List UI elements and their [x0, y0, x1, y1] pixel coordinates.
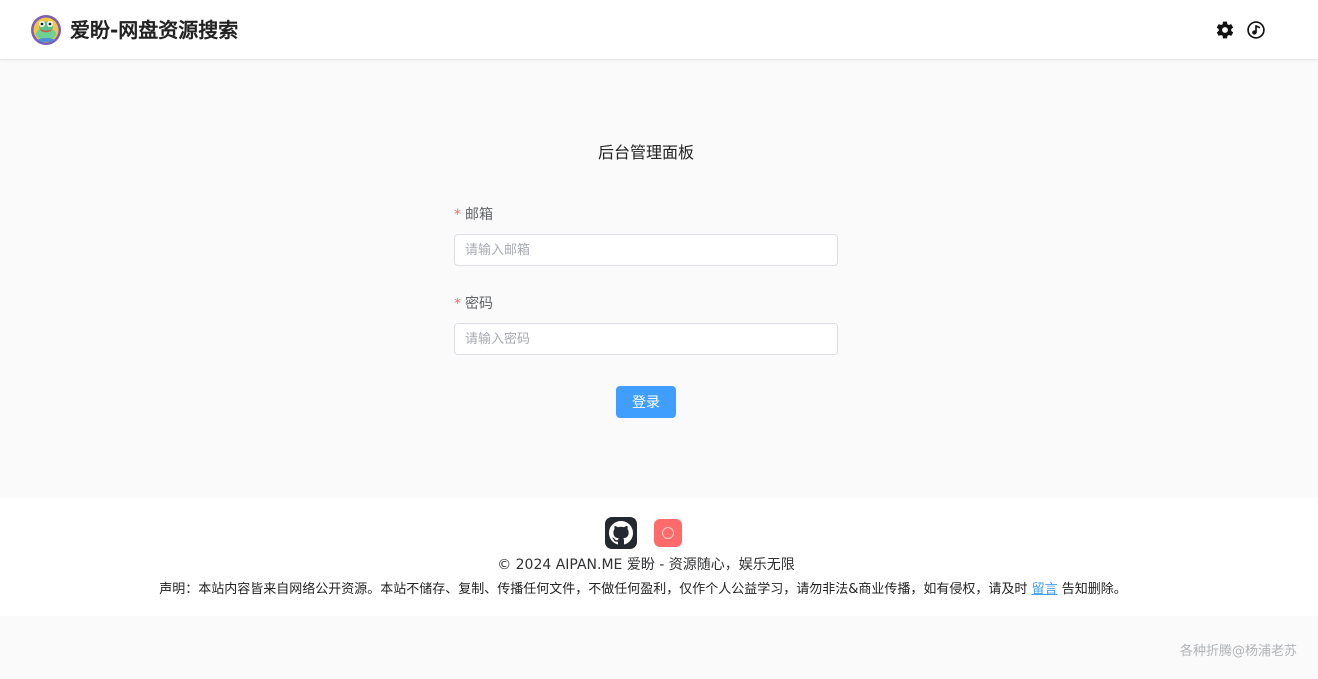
- disclaimer-after: 告知删除。: [1057, 582, 1127, 597]
- required-mark: *: [454, 296, 461, 312]
- copyright-text: © 2024 AIPAN.ME 爱盼 - 资源随心，娱乐无限: [497, 557, 795, 573]
- top-header: 爱盼-网盘资源搜索: [0, 0, 1318, 60]
- password-label: * 密码: [454, 294, 838, 314]
- email-label-text: 邮箱: [465, 207, 493, 223]
- email-input[interactable]: [454, 234, 838, 266]
- frog-logo-icon[interactable]: [30, 14, 62, 46]
- password-input[interactable]: [454, 323, 838, 355]
- login-form: *邮箱 *密码: [454, 205, 838, 355]
- disclaimer-before: 声明：本站内容皆来自网络公开资源。本站不储存、复制、传播任何文件，不做任何盈利，…: [159, 582, 1032, 597]
- email-label: * 邮箱: [454, 205, 838, 225]
- message-link[interactable]: 留言: [1032, 582, 1058, 597]
- login-button[interactable]: 登录: [616, 386, 676, 418]
- site-brand[interactable]: 爱盼-网盘资源搜索: [70, 17, 238, 43]
- password-label-text: 密码: [465, 296, 493, 312]
- page-title: 后台管理面板: [597, 143, 694, 162]
- watermark-text: 各种折腾@杨浦老苏: [1179, 644, 1297, 659]
- footer: © 2024 AIPAN.ME 爱盼 - 资源随心，娱乐无限 声明：本站内容皆来…: [0, 498, 1318, 616]
- gear-icon[interactable]: [1215, 20, 1235, 40]
- required-mark: *: [454, 207, 461, 223]
- github-icon[interactable]: [605, 517, 637, 549]
- disclaimer-text: 声明：本站内容皆来自网络公开资源。本站不储存、复制、传播任何文件，不做任何盈利，…: [0, 581, 1286, 599]
- app-icon[interactable]: [654, 519, 682, 547]
- music-note-icon[interactable]: [1246, 20, 1266, 40]
- app-icon-inner: [662, 527, 674, 539]
